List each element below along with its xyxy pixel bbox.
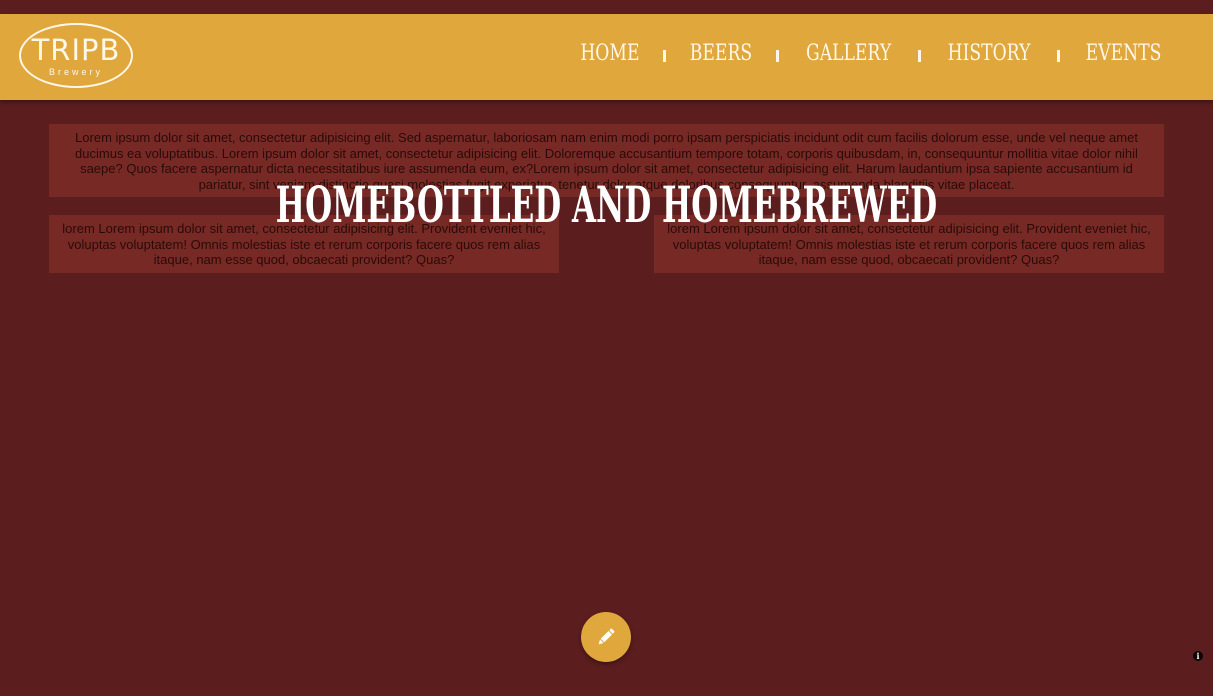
nav-separator — [775, 50, 779, 62]
logo-sub-text: Brewery — [48, 67, 103, 77]
hero-title: HOMEBOTTLED AND HOMEBREWED — [275, 175, 938, 234]
logo-main-text: TRIPB — [31, 33, 121, 67]
top-strip — [0, 0, 1213, 14]
info-icon[interactable]: i — [1193, 651, 1203, 661]
pencil-icon — [598, 628, 615, 645]
page: TRIPB Brewery HOME BEERS GALLERY HISTORY… — [0, 0, 1213, 696]
site-header: TRIPB Brewery HOME BEERS GALLERY HISTORY… — [0, 14, 1213, 100]
nav-item-history[interactable]: HISTORY — [948, 40, 1031, 68]
nav-item-gallery[interactable]: GALLERY — [806, 40, 891, 68]
main-nav: HOME BEERS GALLERY HISTORY EVENTS — [572, 39, 1172, 69]
nav-item-home[interactable]: HOME — [580, 40, 639, 68]
brewery-logo[interactable]: TRIPB Brewery — [19, 23, 133, 88]
nav-item-events[interactable]: EVENTS — [1086, 40, 1162, 68]
edit-button[interactable] — [581, 612, 631, 662]
nav-separator — [662, 50, 666, 62]
nav-item-beers[interactable]: BEERS — [690, 40, 752, 68]
nav-separator — [1056, 50, 1060, 62]
nav-separator — [917, 50, 921, 62]
